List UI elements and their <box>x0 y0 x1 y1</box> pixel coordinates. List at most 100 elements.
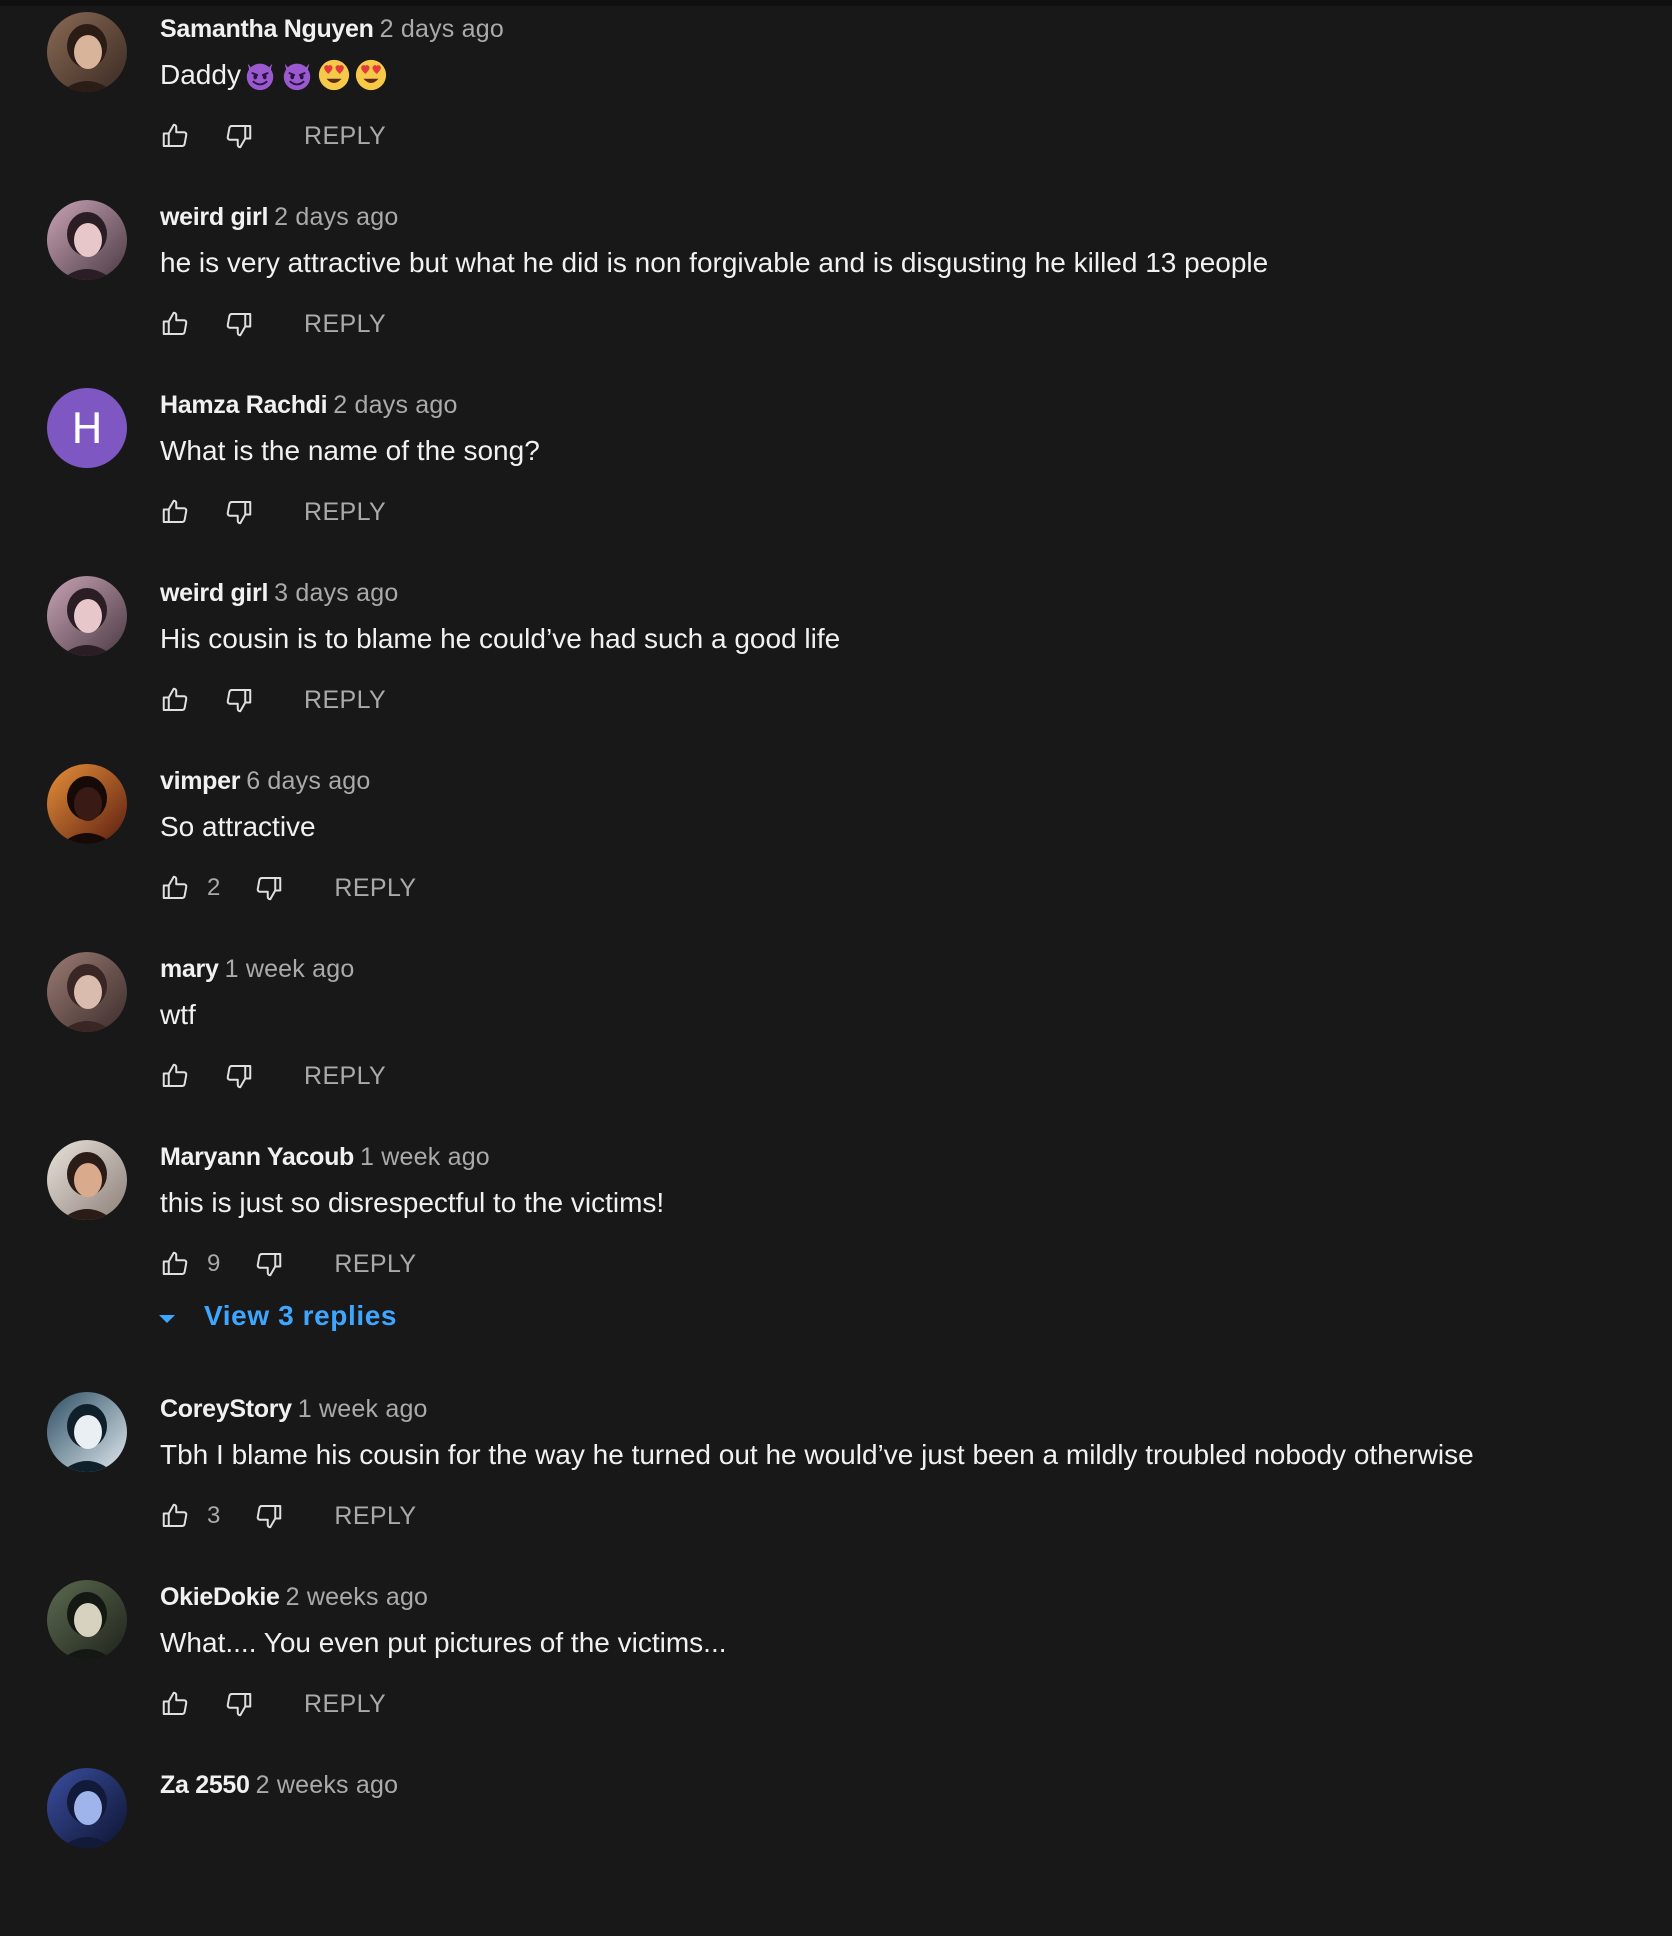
avatar[interactable] <box>47 200 127 280</box>
comment-text: Tbh I blame his cousin for the way he tu… <box>160 1436 1474 1474</box>
comment-thread: H Hamza Rachdi 2 days ago What is the name … <box>0 376 1672 556</box>
thumbs-down-icon[interactable] <box>254 873 284 903</box>
comment-text: this is just so disrespectful to the vic… <box>160 1184 664 1222</box>
like-count: 3 <box>207 1502 221 1529</box>
comment-timestamp[interactable]: 1 week ago <box>225 955 355 983</box>
comment-text-content: this is just so disrespectful to the vic… <box>160 1187 665 1218</box>
comment-text: So attractive <box>160 808 316 846</box>
reply-button[interactable]: REPLY <box>304 1062 386 1091</box>
thumbs-down-icon[interactable] <box>224 1689 254 1719</box>
comment-author[interactable]: Samantha Nguyen <box>160 15 374 43</box>
avatar[interactable] <box>47 1768 127 1848</box>
avatar[interactable]: H <box>47 388 127 468</box>
avatar[interactable] <box>47 764 127 844</box>
comment-thread: mary 1 week ago wtf REPLY <box>0 940 1672 1120</box>
comment-timestamp[interactable]: 2 days ago <box>380 15 504 43</box>
view-replies-label: View 3 replies <box>204 1300 398 1331</box>
comment-thread: Maryann Yacoub 1 week ago this is just so … <box>0 1128 1672 1368</box>
comment-text: His cousin is to blame he could’ve had s… <box>160 620 840 658</box>
comment-header: weird girl 2 days ago <box>160 200 398 234</box>
comment-text-content: Daddy <box>160 59 241 90</box>
comment-timestamp[interactable]: 1 week ago <box>360 1143 490 1171</box>
comment-text-content: Tbh I blame his cousin for the way he tu… <box>160 1439 1474 1470</box>
thumbs-up-icon[interactable] <box>160 309 190 339</box>
comment-thread: OkieDokie 2 weeks ago What.... You even pu… <box>0 1568 1672 1748</box>
comment-author[interactable]: Maryann Yacoub <box>160 1143 354 1171</box>
comment-author[interactable]: OkieDokie <box>160 1583 280 1611</box>
reply-button[interactable]: REPLY <box>304 1690 386 1719</box>
comment-header: weird girl 3 days ago <box>160 576 398 610</box>
thumbs-up-icon[interactable] <box>160 497 190 527</box>
comment-author[interactable]: CoreyStory <box>160 1395 292 1423</box>
comment-timestamp[interactable]: 1 week ago <box>298 1395 428 1423</box>
thumbs-up-icon[interactable] <box>160 1061 190 1091</box>
avatar[interactable] <box>47 1392 127 1472</box>
comment-text: he is very attractive but what he did is… <box>160 244 1268 282</box>
comment-timestamp[interactable]: 2 days ago <box>274 203 398 231</box>
thumbs-up-icon[interactable] <box>160 1501 190 1531</box>
comment-header: Hamza Rachdi 2 days ago <box>160 388 458 422</box>
like-count: 9 <box>207 1250 221 1277</box>
thumbs-up-icon[interactable] <box>160 873 190 903</box>
avatar[interactable] <box>47 1580 127 1660</box>
caret-down-icon <box>156 1305 178 1327</box>
comment-header: Za 2550 2 weeks ago <box>160 1768 398 1802</box>
comment-text-content: he is very attractive but what he did is… <box>160 247 1269 278</box>
avatar[interactable] <box>47 12 127 92</box>
comment-thread: Samantha Nguyen 2 days ago Daddy REPLY <box>0 0 1672 180</box>
thumbs-down-icon[interactable] <box>224 309 254 339</box>
smiling-imp-emoji <box>243 58 277 92</box>
comment-text: What.... You even put pictures of the vi… <box>160 1624 727 1662</box>
comment-timestamp[interactable]: 2 days ago <box>333 391 457 419</box>
reply-button[interactable]: REPLY <box>334 874 416 903</box>
comment-header: mary 1 week ago <box>160 952 354 986</box>
comment-thread: weird girl 2 days ago he is very attractiv… <box>0 188 1672 368</box>
comment-author[interactable]: weird girl <box>160 579 268 607</box>
comment-text: wtf <box>160 996 196 1034</box>
thumbs-up-icon[interactable] <box>160 685 190 715</box>
comment-timestamp[interactable]: 3 days ago <box>274 579 398 607</box>
thumbs-down-icon[interactable] <box>254 1501 284 1531</box>
comment-actions: REPLY <box>160 1056 386 1096</box>
thumbs-down-icon[interactable] <box>254 1249 284 1279</box>
comment-text: What is the name of the song? <box>160 432 540 470</box>
reply-button[interactable]: REPLY <box>334 1502 416 1531</box>
thumbs-down-icon[interactable] <box>224 497 254 527</box>
comment-text-content: What.... You even put pictures of the vi… <box>160 1627 727 1658</box>
reply-button[interactable]: REPLY <box>304 498 386 527</box>
comment-author[interactable]: weird girl <box>160 203 268 231</box>
comment-text: Daddy <box>160 56 388 94</box>
heart-eyes-emoji <box>317 58 351 92</box>
comment-actions: REPLY <box>160 1684 386 1724</box>
comment-timestamp[interactable]: 2 weeks ago <box>286 1583 429 1611</box>
avatar[interactable] <box>47 952 127 1032</box>
reply-button[interactable]: REPLY <box>334 1250 416 1279</box>
thumbs-up-icon[interactable] <box>160 121 190 151</box>
reply-button[interactable]: REPLY <box>304 310 386 339</box>
comment-header: Maryann Yacoub 1 week ago <box>160 1140 490 1174</box>
like-count: 2 <box>207 874 221 901</box>
comment-author[interactable]: Za 2550 <box>160 1771 250 1799</box>
avatar[interactable] <box>47 576 127 656</box>
reply-button[interactable]: REPLY <box>304 686 386 715</box>
comment-header: vimper 6 days ago <box>160 764 371 798</box>
avatar-letter: H <box>71 403 103 453</box>
avatar[interactable] <box>47 1140 127 1220</box>
comment-author[interactable]: mary <box>160 955 219 983</box>
comment-actions: REPLY <box>160 492 386 532</box>
reply-button[interactable]: REPLY <box>304 122 386 151</box>
thumbs-up-icon[interactable] <box>160 1689 190 1719</box>
view-replies-button[interactable]: View 3 replies <box>156 1296 397 1336</box>
comment-text-content: So attractive <box>160 811 316 842</box>
comment-timestamp[interactable]: 2 weeks ago <box>256 1771 399 1799</box>
thumbs-down-icon[interactable] <box>224 121 254 151</box>
comment-author[interactable]: Hamza Rachdi <box>160 391 328 419</box>
comment-thread: CoreyStory 1 week ago Tbh I blame his cous… <box>0 1380 1672 1560</box>
comment-author[interactable]: vimper <box>160 767 240 795</box>
comment-header: OkieDokie 2 weeks ago <box>160 1580 428 1614</box>
thumbs-up-icon[interactable] <box>160 1249 190 1279</box>
thumbs-down-icon[interactable] <box>224 1061 254 1091</box>
comment-text-content: What is the name of the song? <box>160 435 540 466</box>
thumbs-down-icon[interactable] <box>224 685 254 715</box>
comment-timestamp[interactable]: 6 days ago <box>246 767 370 795</box>
